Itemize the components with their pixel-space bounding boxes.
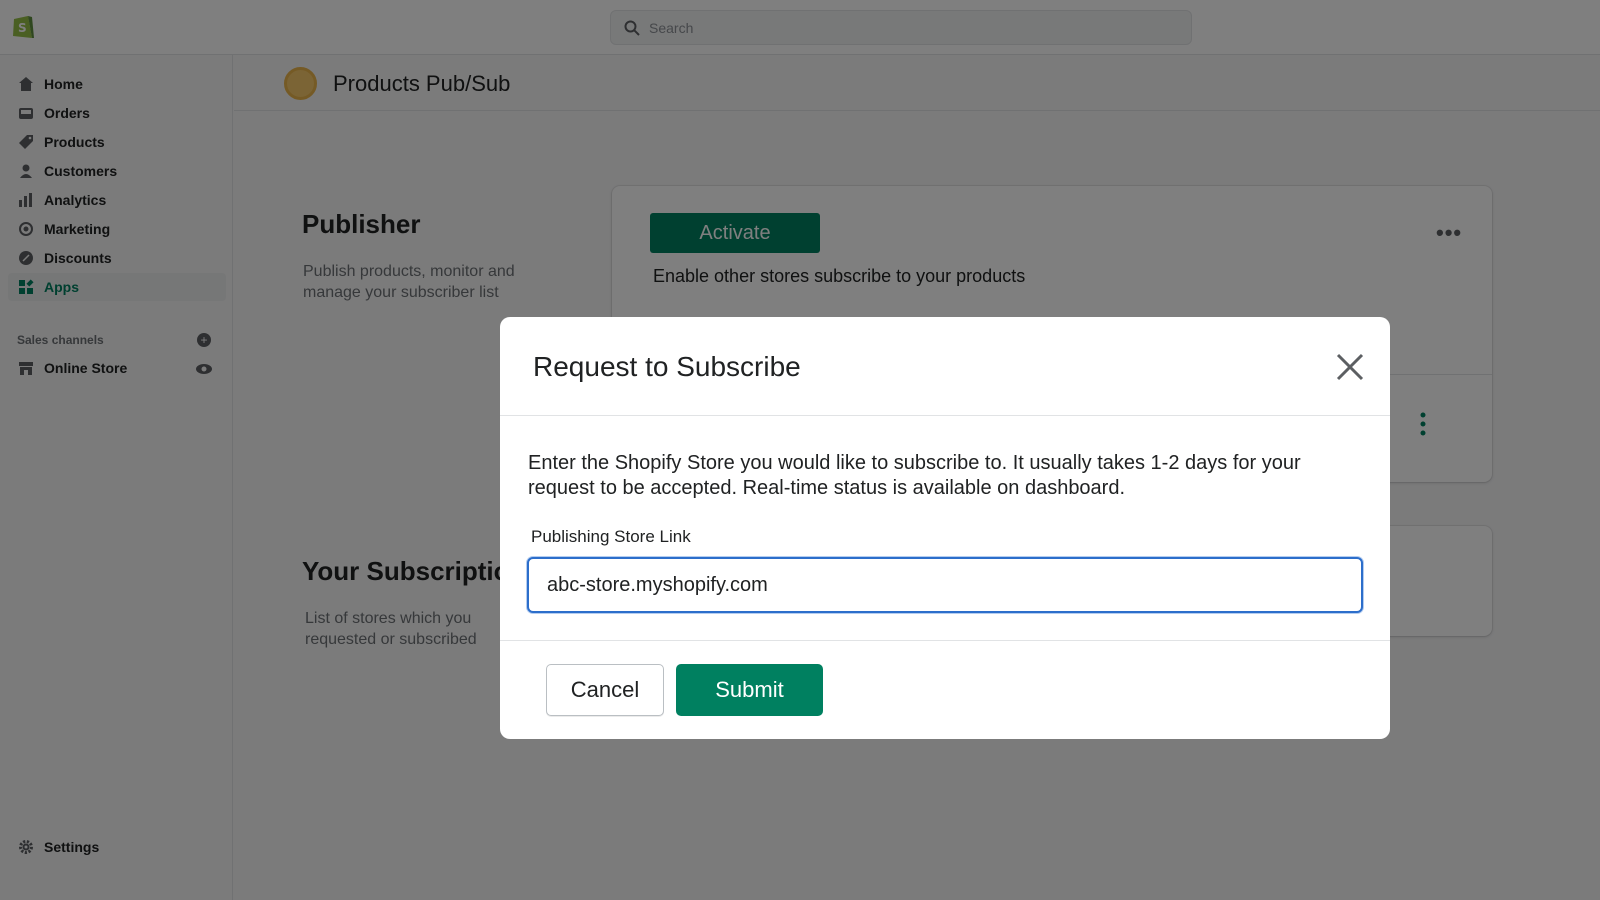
modal-body-text: Enter the Shopify Store you would like t… [528,452,1301,499]
modal-footer: Cancel Submit [500,640,1390,739]
store-link-label: Publishing Store Link [531,527,691,546]
store-link-input[interactable] [527,557,1363,613]
cancel-button[interactable]: Cancel [546,664,664,716]
request-subscribe-modal: Request to Subscribe Enter the Shopify S… [500,317,1390,739]
modal-title: Request to Subscribe [533,351,801,382]
close-button[interactable] [1330,347,1370,387]
close-icon [1336,353,1364,381]
modal-header: Request to Subscribe [500,317,1390,416]
submit-button[interactable]: Submit [676,664,823,716]
